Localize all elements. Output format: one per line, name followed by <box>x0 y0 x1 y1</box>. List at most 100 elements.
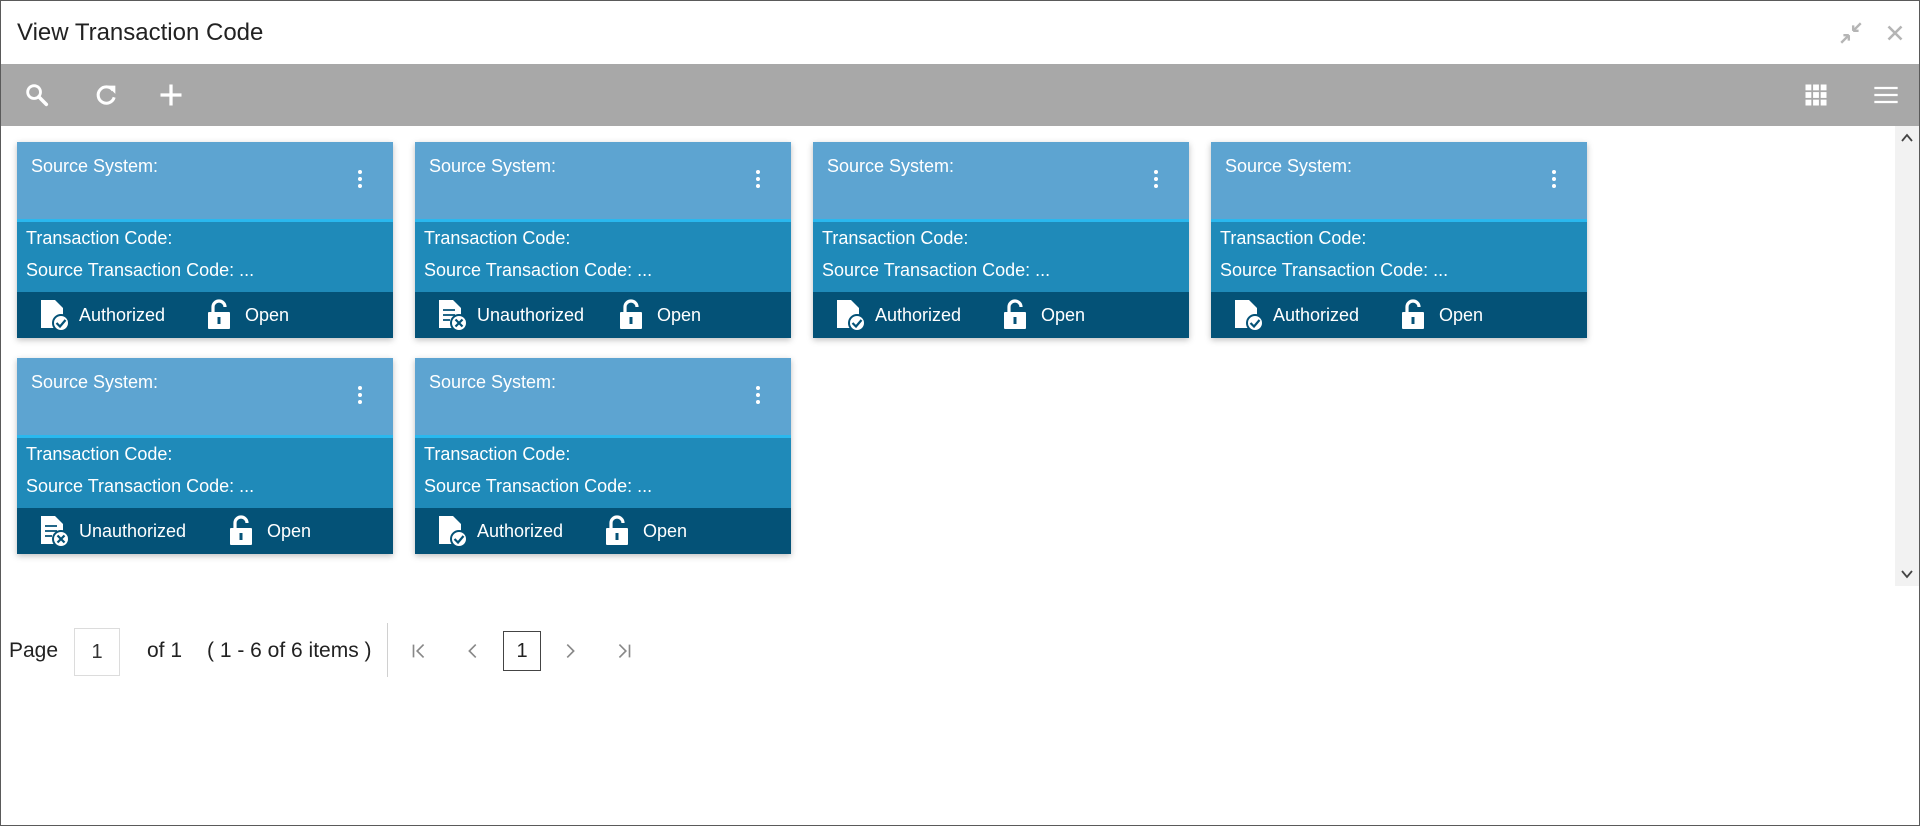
transaction-code-label: Transaction Code: <box>1220 228 1367 248</box>
source-transaction-code-label: Source Transaction Code: ... <box>26 260 255 280</box>
first-page-icon[interactable] <box>407 639 431 663</box>
next-page-icon[interactable] <box>558 639 582 663</box>
unlock-icon <box>620 299 642 329</box>
auth-status-text: Unauthorized <box>79 520 187 541</box>
pagination-divider <box>387 623 388 677</box>
view-transaction-code-window: View Transaction Code Source System: Tra… <box>0 0 1920 826</box>
unlock-icon <box>230 515 252 545</box>
unlock-icon <box>208 299 230 329</box>
record-status-text: Open <box>657 304 702 325</box>
record-status: Open <box>601 514 687 548</box>
more-options-icon[interactable] <box>353 168 367 194</box>
card-footer: Unauthorized Open <box>415 292 791 338</box>
more-options-icon[interactable] <box>751 384 765 410</box>
collapse-arrows-icon[interactable] <box>1837 19 1865 47</box>
unauthorized-doc-icon <box>41 516 70 548</box>
page-count-label: of 1 <box>147 639 183 662</box>
authorized-doc-icon <box>1235 300 1264 332</box>
source-transaction-code-label: Source Transaction Code: ... <box>424 260 653 280</box>
unlock-icon <box>1004 299 1026 329</box>
record-status-text: Open <box>1439 304 1484 325</box>
authorized-doc-icon <box>837 300 866 332</box>
source-transaction-code-label: Source Transaction Code: ... <box>822 260 1051 280</box>
card-body: Transaction Code: Source Transaction Cod… <box>17 222 393 292</box>
card-header: Source System: <box>813 142 1189 222</box>
record-status: Open <box>999 298 1085 332</box>
auth-status: Authorized <box>435 514 563 548</box>
transaction-code-label: Transaction Code: <box>424 444 571 464</box>
items-count-label: ( 1 - 6 of 6 items ) <box>207 639 372 662</box>
unlock-icon <box>1402 299 1424 329</box>
more-options-icon[interactable] <box>751 168 765 194</box>
record-card[interactable]: Source System: Transaction Code: Source … <box>415 358 791 554</box>
auth-status: Authorized <box>833 298 961 332</box>
record-card[interactable]: Source System: Transaction Code: Source … <box>813 142 1189 338</box>
grid-view-icon[interactable] <box>1799 78 1833 112</box>
card-header: Source System: <box>17 358 393 438</box>
more-options-icon[interactable] <box>353 384 367 410</box>
card-footer: Authorized Open <box>415 508 791 554</box>
record-card[interactable]: Source System: Transaction Code: Source … <box>17 358 393 554</box>
scroll-down-icon[interactable] <box>1899 566 1915 582</box>
source-system-label: Source System: <box>31 156 159 176</box>
add-icon[interactable] <box>154 78 188 112</box>
record-status: Open <box>203 298 289 332</box>
record-card[interactable]: Source System: Transaction Code: Source … <box>1211 142 1587 338</box>
toolbar <box>1 64 1919 126</box>
record-status: Open <box>225 514 311 548</box>
card-header: Source System: <box>17 142 393 222</box>
card-body: Transaction Code: Source Transaction Cod… <box>1211 222 1587 292</box>
title-bar: View Transaction Code <box>1 1 1919 64</box>
search-icon[interactable] <box>20 78 54 112</box>
record-status-text: Open <box>643 520 688 541</box>
auth-status-text: Authorized <box>79 304 166 325</box>
card-footer: Authorized Open <box>1211 292 1587 338</box>
card-footer: Authorized Open <box>813 292 1189 338</box>
source-transaction-code-label: Source Transaction Code: ... <box>26 476 255 496</box>
source-transaction-code-label: Source Transaction Code: ... <box>424 476 653 496</box>
page-number-input[interactable]: 1 <box>74 628 120 676</box>
source-system-label: Source System: <box>1225 156 1353 176</box>
source-transaction-code-label: Source Transaction Code: ... <box>1220 260 1449 280</box>
unlock-icon <box>606 515 628 545</box>
record-status: Open <box>1397 298 1483 332</box>
close-icon[interactable] <box>1881 19 1909 47</box>
card-grid: Source System: Transaction Code: Source … <box>1 126 1919 586</box>
page-label: Page <box>9 639 59 662</box>
authorized-doc-icon <box>41 300 70 332</box>
card-header: Source System: <box>415 142 791 222</box>
last-page-icon[interactable] <box>612 639 636 663</box>
authorized-doc-icon <box>439 516 468 548</box>
record-card[interactable]: Source System: Transaction Code: Source … <box>17 142 393 338</box>
card-body: Transaction Code: Source Transaction Cod… <box>17 438 393 508</box>
transaction-code-label: Transaction Code: <box>424 228 571 248</box>
card-header: Source System: <box>415 358 791 438</box>
card-footer: Unauthorized Open <box>17 508 393 554</box>
card-footer: Authorized Open <box>17 292 393 338</box>
auth-status: Unauthorized <box>37 514 186 548</box>
auth-status-text: Unauthorized <box>477 304 585 325</box>
record-status: Open <box>615 298 701 332</box>
vertical-scrollbar[interactable] <box>1895 126 1919 586</box>
card-header: Source System: <box>1211 142 1587 222</box>
card-body: Transaction Code: Source Transaction Cod… <box>813 222 1189 292</box>
auth-status-text: Authorized <box>1273 304 1360 325</box>
current-page-button[interactable]: 1 <box>503 631 541 671</box>
auth-status: Authorized <box>37 298 165 332</box>
record-status-text: Open <box>245 304 290 325</box>
prev-page-icon[interactable] <box>461 639 485 663</box>
window-title: View Transaction Code <box>17 19 264 46</box>
transaction-code-label: Transaction Code: <box>26 228 173 248</box>
auth-status: Authorized <box>1231 298 1359 332</box>
auth-status: Unauthorized <box>435 298 584 332</box>
more-options-icon[interactable] <box>1547 168 1561 194</box>
list-view-icon[interactable] <box>1869 78 1903 112</box>
transaction-code-label: Transaction Code: <box>26 444 173 464</box>
record-status-text: Open <box>1041 304 1086 325</box>
card-body: Transaction Code: Source Transaction Cod… <box>415 438 791 508</box>
transaction-code-label: Transaction Code: <box>822 228 969 248</box>
refresh-icon[interactable] <box>89 78 123 112</box>
record-card[interactable]: Source System: Transaction Code: Source … <box>415 142 791 338</box>
scroll-up-icon[interactable] <box>1899 130 1915 146</box>
more-options-icon[interactable] <box>1149 168 1163 194</box>
